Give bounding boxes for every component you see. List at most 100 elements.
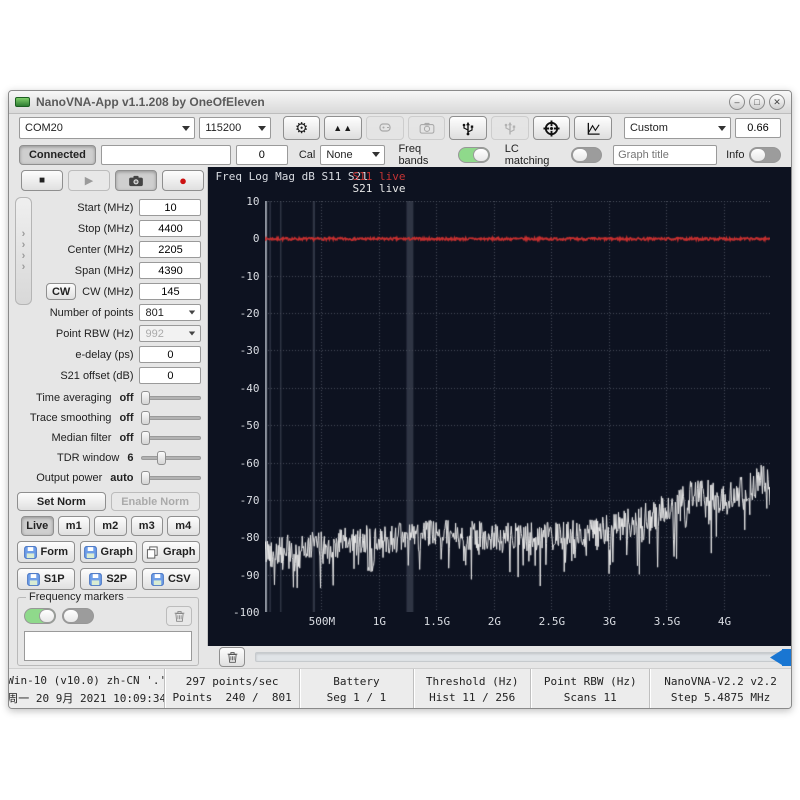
minimize-button[interactable]: – [729,94,745,110]
com-port-value: COM20 [25,122,63,134]
field-input-7[interactable] [139,346,202,363]
lc-matching-toggle[interactable] [570,146,603,163]
slider-handle[interactable] [141,411,151,425]
field-label: S21 offset (dB) [60,369,134,382]
panel-expander[interactable]: › › › › [15,197,32,305]
slider-track [141,456,202,460]
slider-output-power[interactable] [141,471,202,485]
set-norm-button[interactable]: Set Norm [17,492,106,511]
field-label: Start (MHz) [77,201,134,214]
stop-icon: ■ [38,175,46,186]
close-button[interactable]: ✕ [769,94,785,110]
save-s1p-button[interactable]: S1P [17,568,75,590]
marker-toggle-2[interactable] [62,608,94,624]
slider-handle[interactable] [157,451,167,465]
status-bottom-text: Seg 1 / 1 [326,691,387,704]
markers-list[interactable] [24,631,193,661]
camera-icon [129,175,143,186]
lc-matching-label: LC matching [504,142,550,167]
cw-button[interactable]: CW [46,283,77,300]
graph-title-input[interactable] [613,144,718,165]
field-input-2[interactable] [139,241,202,258]
window-title: NanoVNA-App v1.1.208 by OneOfEleven [36,95,265,109]
save-csv-button[interactable]: CSV [142,568,200,590]
sweep-position-handle[interactable] [770,649,792,666]
field-input-8[interactable] [139,367,202,384]
x-axis-label: 1G [372,615,386,628]
field-select-5[interactable]: 801 [139,304,202,321]
slider-handle[interactable] [141,471,151,485]
field-input-0[interactable] [139,199,202,216]
scale-value-field[interactable] [735,118,781,138]
message-field[interactable] [100,144,231,165]
field-label: Point RBW (Hz) [55,327,134,340]
memory-tab-m3[interactable]: m3 [130,516,163,536]
chevron-down-icon [257,125,266,131]
app-window: NanoVNA-App v1.1.208 by OneOfEleven – □ … [8,90,792,709]
settings-button[interactable]: ⚙ [282,116,321,140]
slider-trace-smoothing[interactable] [141,411,202,425]
field-input-1[interactable] [139,220,202,237]
freq-bands-toggle[interactable] [458,146,490,163]
memory-tab-m1[interactable]: m1 [57,516,90,536]
y-axis-label: -20 [239,307,260,321]
slider-label: Trace smoothing [29,412,112,424]
calibration-button[interactable] [532,116,571,140]
slider-handle[interactable] [141,431,151,445]
y-axis-label: -80 [239,531,260,545]
field-row: Start (MHz) [9,197,207,218]
firmware-upload-button[interactable]: ▲▲ [324,116,363,140]
slider-value: 6 [127,452,134,464]
slider-time-averaging[interactable] [141,391,202,405]
preset-select[interactable]: Custom [623,117,731,139]
stop-button[interactable]: ■ [21,170,63,191]
save-form-button[interactable]: Form [17,541,75,563]
memory-tab-live[interactable]: Live [21,516,54,536]
cal-select[interactable]: None [320,144,386,165]
slider-row: Trace smoothing off [9,408,207,428]
y-axis-label: -70 [239,493,260,507]
x-axis-label: 2.5G [538,615,566,628]
frequency-markers-label: Frequency markers [26,591,127,603]
maximize-button[interactable]: □ [749,94,765,110]
baud-rate-select[interactable]: 115200 [199,117,271,139]
memory-tab-m2[interactable]: m2 [94,516,127,536]
slider-median-filter[interactable] [141,431,202,445]
preset-value: Custom [629,122,668,134]
screenshot-button[interactable] [115,170,157,191]
y-axis-label: -60 [239,456,260,470]
trash-icon [174,611,185,622]
field-row: Stop (MHz) [9,218,207,239]
record-button[interactable]: ● [162,170,204,191]
status-top-text: Battery [333,675,380,688]
clear-sweep-button[interactable] [219,647,245,667]
field-input-4[interactable] [139,283,202,300]
slider-label: Time averaging [36,392,112,404]
floppy-icon [23,545,37,559]
field-row: e-delay (ps) [9,344,207,365]
copy-graph-button[interactable]: Graph [142,541,200,563]
field-row: Point RBW (Hz) 992 [9,323,207,344]
sweep-progress-track[interactable] [255,649,791,666]
slider-value: auto [110,472,134,484]
toggle-knob [63,609,79,623]
toggle-knob [571,147,588,162]
usb-connect-button[interactable] [449,116,488,140]
y-axis-label: 0 [252,232,260,246]
plug-icon [379,123,391,132]
info-toggle[interactable] [749,146,781,163]
memory-tab-m4[interactable]: m4 [167,516,200,536]
slider-handle[interactable] [141,391,151,405]
cal-count-field[interactable] [235,144,288,165]
y-axis-label: -100 [232,606,260,619]
slider-tdr-window[interactable] [141,451,202,465]
save-graph-button[interactable]: Graph [79,541,137,563]
marker-toggle-1[interactable] [24,608,56,624]
toggle-knob [750,147,767,162]
com-port-select[interactable]: COM20 [19,117,196,139]
plot-area[interactable] [265,201,771,612]
graph-mode-button[interactable] [574,116,612,140]
save-s2p-button[interactable]: S2P [79,568,137,590]
connect-button[interactable]: Connected [19,144,96,165]
field-input-3[interactable] [139,262,202,279]
